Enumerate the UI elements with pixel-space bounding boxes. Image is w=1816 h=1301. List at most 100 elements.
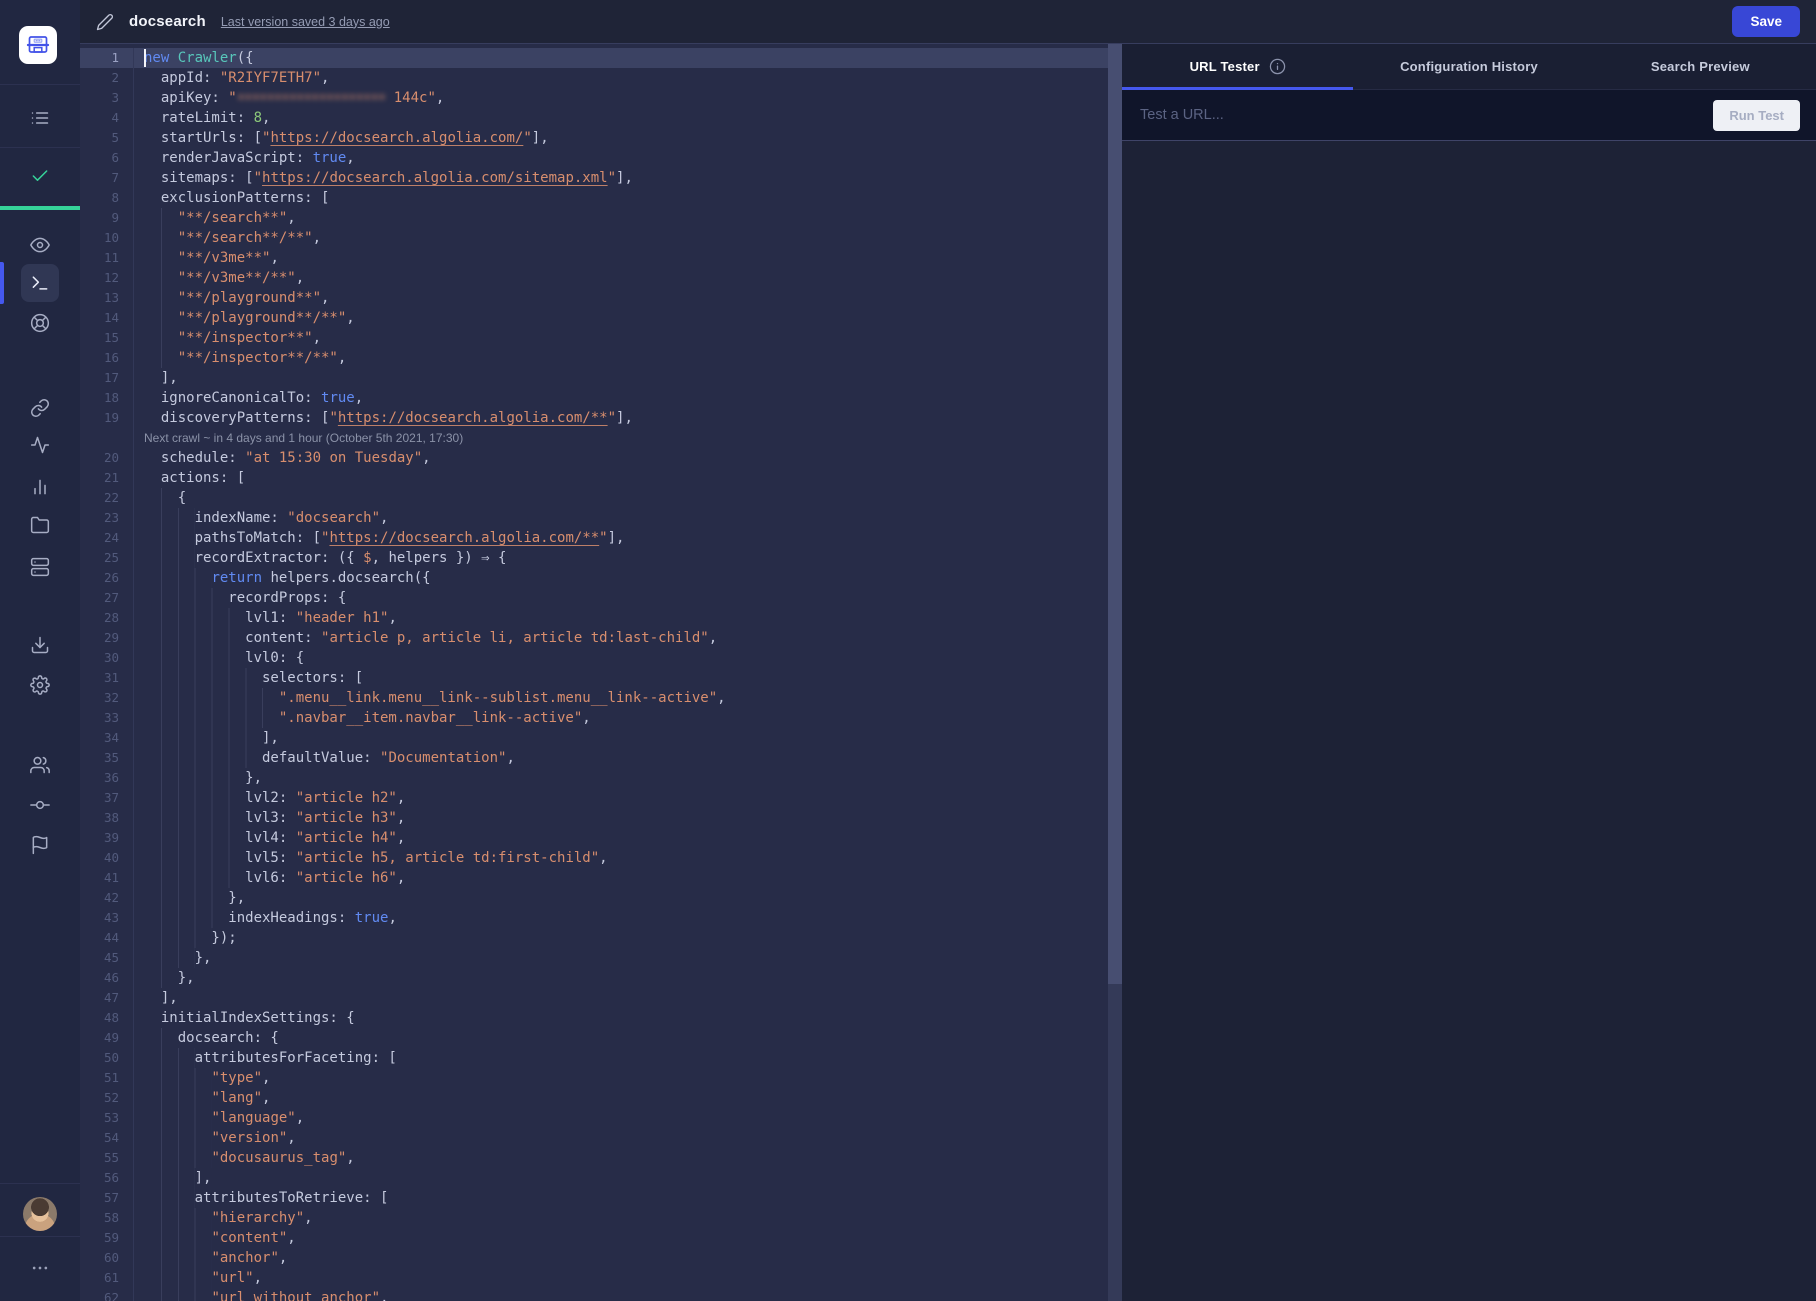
code-line[interactable]: 45 },	[80, 948, 1108, 968]
sidebar-item-download[interactable]	[0, 635, 80, 655]
code-line[interactable]: 39 lvl4: "article h4",	[80, 828, 1108, 848]
code-line[interactable]: 27 recordProps: {	[80, 588, 1108, 608]
code-line[interactable]: 8 exclusionPatterns: [	[80, 188, 1108, 208]
editor-scrollbar[interactable]	[1108, 44, 1122, 1301]
code-line[interactable]: 36 },	[80, 768, 1108, 788]
code-line[interactable]: 41 lvl6: "article h6",	[80, 868, 1108, 888]
tab-search-preview[interactable]: Search Preview	[1585, 44, 1816, 89]
code-line[interactable]: 50 attributesForFaceting: [	[80, 1048, 1108, 1068]
code-line[interactable]: 47 ],	[80, 988, 1108, 1008]
code-line[interactable]: 1new Crawler({	[80, 48, 1108, 68]
code-line[interactable]: 61 "url",	[80, 1268, 1108, 1288]
save-button[interactable]: Save	[1732, 6, 1800, 37]
code-line[interactable]: 34 ],	[80, 728, 1108, 748]
code-line[interactable]: 38 lvl3: "article h3",	[80, 808, 1108, 828]
user-avatar[interactable]	[23, 1197, 57, 1231]
line-number: 58	[80, 1208, 133, 1228]
line-number: 53	[80, 1108, 133, 1128]
run-test-button[interactable]: Run Test	[1713, 100, 1800, 131]
sidebar-item-link[interactable]	[0, 398, 80, 418]
sidebar-item-life-buoy[interactable]	[0, 313, 80, 333]
code-line[interactable]: 57 attributesToRetrieve: [	[80, 1188, 1108, 1208]
line-number: 46	[80, 968, 133, 988]
code-line[interactable]: 18 ignoreCanonicalTo: true,	[80, 388, 1108, 408]
code-line[interactable]: 62 "url_without_anchor",	[80, 1288, 1108, 1301]
code-line[interactable]: 17 ],	[80, 368, 1108, 388]
sidebar-item-eye[interactable]	[0, 235, 80, 255]
sidebar-item-gear[interactable]	[0, 675, 80, 695]
code-line[interactable]: 53 "language",	[80, 1108, 1108, 1128]
code-line[interactable]: 26 return helpers.docsearch({	[80, 568, 1108, 588]
sidebar-item-git-commit[interactable]	[0, 795, 80, 815]
line-number: 10	[80, 228, 133, 248]
code-line[interactable]: 30 lvl0: {	[80, 648, 1108, 668]
more-options-icon[interactable]	[30, 1258, 50, 1278]
code-line[interactable]: 5 startUrls: ["https://docsearch.algolia…	[80, 128, 1108, 148]
code-line[interactable]: 15 "**/inspector**",	[80, 328, 1108, 348]
code-line[interactable]: 48 initialIndexSettings: {	[80, 1008, 1108, 1028]
code-line[interactable]: 9 "**/search**",	[80, 208, 1108, 228]
editor-scrollbar-thumb[interactable]	[1108, 44, 1122, 984]
edit-name-icon[interactable]	[96, 13, 114, 31]
line-number: 7	[80, 168, 133, 188]
code-line[interactable]: 24 pathsToMatch: ["https://docsearch.alg…	[80, 528, 1108, 548]
sidebar-item-check[interactable]	[0, 166, 80, 186]
code-line[interactable]: 58 "hierarchy",	[80, 1208, 1108, 1228]
code-line[interactable]: 44 });	[80, 928, 1108, 948]
code-line[interactable]: 12 "**/v3me**/**",	[80, 268, 1108, 288]
code-line[interactable]: 23 indexName: "docsearch",	[80, 508, 1108, 528]
code-line[interactable]: 4 rateLimit: 8,	[80, 108, 1108, 128]
code-line[interactable]: 6 renderJavaScript: true,	[80, 148, 1108, 168]
crawler-logo[interactable]	[19, 26, 57, 64]
code-line[interactable]: 42 },	[80, 888, 1108, 908]
code-line[interactable]: 14 "**/playground**/**",	[80, 308, 1108, 328]
code-line[interactable]: 46 },	[80, 968, 1108, 988]
code-line[interactable]: 13 "**/playground**",	[80, 288, 1108, 308]
code-line[interactable]: 43 indexHeadings: true,	[80, 908, 1108, 928]
code-line[interactable]: 20 schedule: "at 15:30 on Tuesday",	[80, 448, 1108, 468]
code-line[interactable]: 55 "docusaurus_tag",	[80, 1148, 1108, 1168]
code-line[interactable]: 54 "version",	[80, 1128, 1108, 1148]
code-line[interactable]: 37 lvl2: "article h2",	[80, 788, 1108, 808]
line-number: 30	[80, 648, 133, 668]
sidebar-item-list[interactable]	[0, 108, 80, 128]
code-line[interactable]: 22 {	[80, 488, 1108, 508]
code-line[interactable]: 52 "lang",	[80, 1088, 1108, 1108]
code-line[interactable]: 19 discoveryPatterns: ["https://docsearc…	[80, 408, 1108, 428]
code-line[interactable]: 28 lvl1: "header h1",	[80, 608, 1108, 628]
code-editor[interactable]: 1new Crawler({2 appId: "R2IYF7ETH7",3 ap…	[80, 44, 1108, 1301]
code-line[interactable]: 10 "**/search**/**",	[80, 228, 1108, 248]
code-line[interactable]: 49 docsearch: {	[80, 1028, 1108, 1048]
info-icon[interactable]	[1269, 58, 1286, 75]
code-line[interactable]: 40 lvl5: "article h5, article td:first-c…	[80, 848, 1108, 868]
code-line[interactable]: 2 appId: "R2IYF7ETH7",	[80, 68, 1108, 88]
url-test-input[interactable]	[1138, 106, 1713, 124]
tab-url-tester[interactable]: URL Tester	[1122, 44, 1353, 89]
sidebar-item-folder[interactable]	[0, 515, 80, 535]
code-line[interactable]: 60 "anchor",	[80, 1248, 1108, 1268]
code-line[interactable]: 35 defaultValue: "Documentation",	[80, 748, 1108, 768]
last-saved-link[interactable]: Last version saved 3 days ago	[221, 15, 390, 29]
code-line[interactable]: 31 selectors: [	[80, 668, 1108, 688]
code-line[interactable]: 33 ".navbar__item.navbar__link--active",	[80, 708, 1108, 728]
sidebar-item-users[interactable]	[0, 755, 80, 775]
sidebar-item-flag[interactable]	[0, 835, 80, 855]
tab-configuration-history[interactable]: Configuration History	[1353, 44, 1584, 89]
sidebar-item-terminal[interactable]	[0, 273, 80, 293]
code-line[interactable]: 21 actions: [	[80, 468, 1108, 488]
code-line[interactable]: 7 sitemaps: ["https://docsearch.algolia.…	[80, 168, 1108, 188]
code-line[interactable]: 32 ".menu__link.menu__link--sublist.menu…	[80, 688, 1108, 708]
code-line[interactable]: 16 "**/inspector**/**",	[80, 348, 1108, 368]
code-line[interactable]: 25 recordExtractor: ({ $, helpers }) ⇒ {	[80, 548, 1108, 568]
code-line[interactable]: 51 "type",	[80, 1068, 1108, 1088]
code-line[interactable]: 29 content: "article p, article li, arti…	[80, 628, 1108, 648]
sidebar-item-server[interactable]	[0, 557, 80, 577]
code-line[interactable]: 11 "**/v3me**",	[80, 248, 1108, 268]
line-number: 28	[80, 608, 133, 628]
code-line[interactable]: 3 apiKey: "•••••••••••••••••••• 144c",	[80, 88, 1108, 108]
code-line[interactable]: 59 "content",	[80, 1228, 1108, 1248]
page-title: docsearch	[129, 13, 206, 30]
sidebar-item-bar-chart[interactable]	[0, 477, 80, 497]
sidebar-item-activity[interactable]	[0, 435, 80, 455]
code-line[interactable]: 56 ],	[80, 1168, 1108, 1188]
